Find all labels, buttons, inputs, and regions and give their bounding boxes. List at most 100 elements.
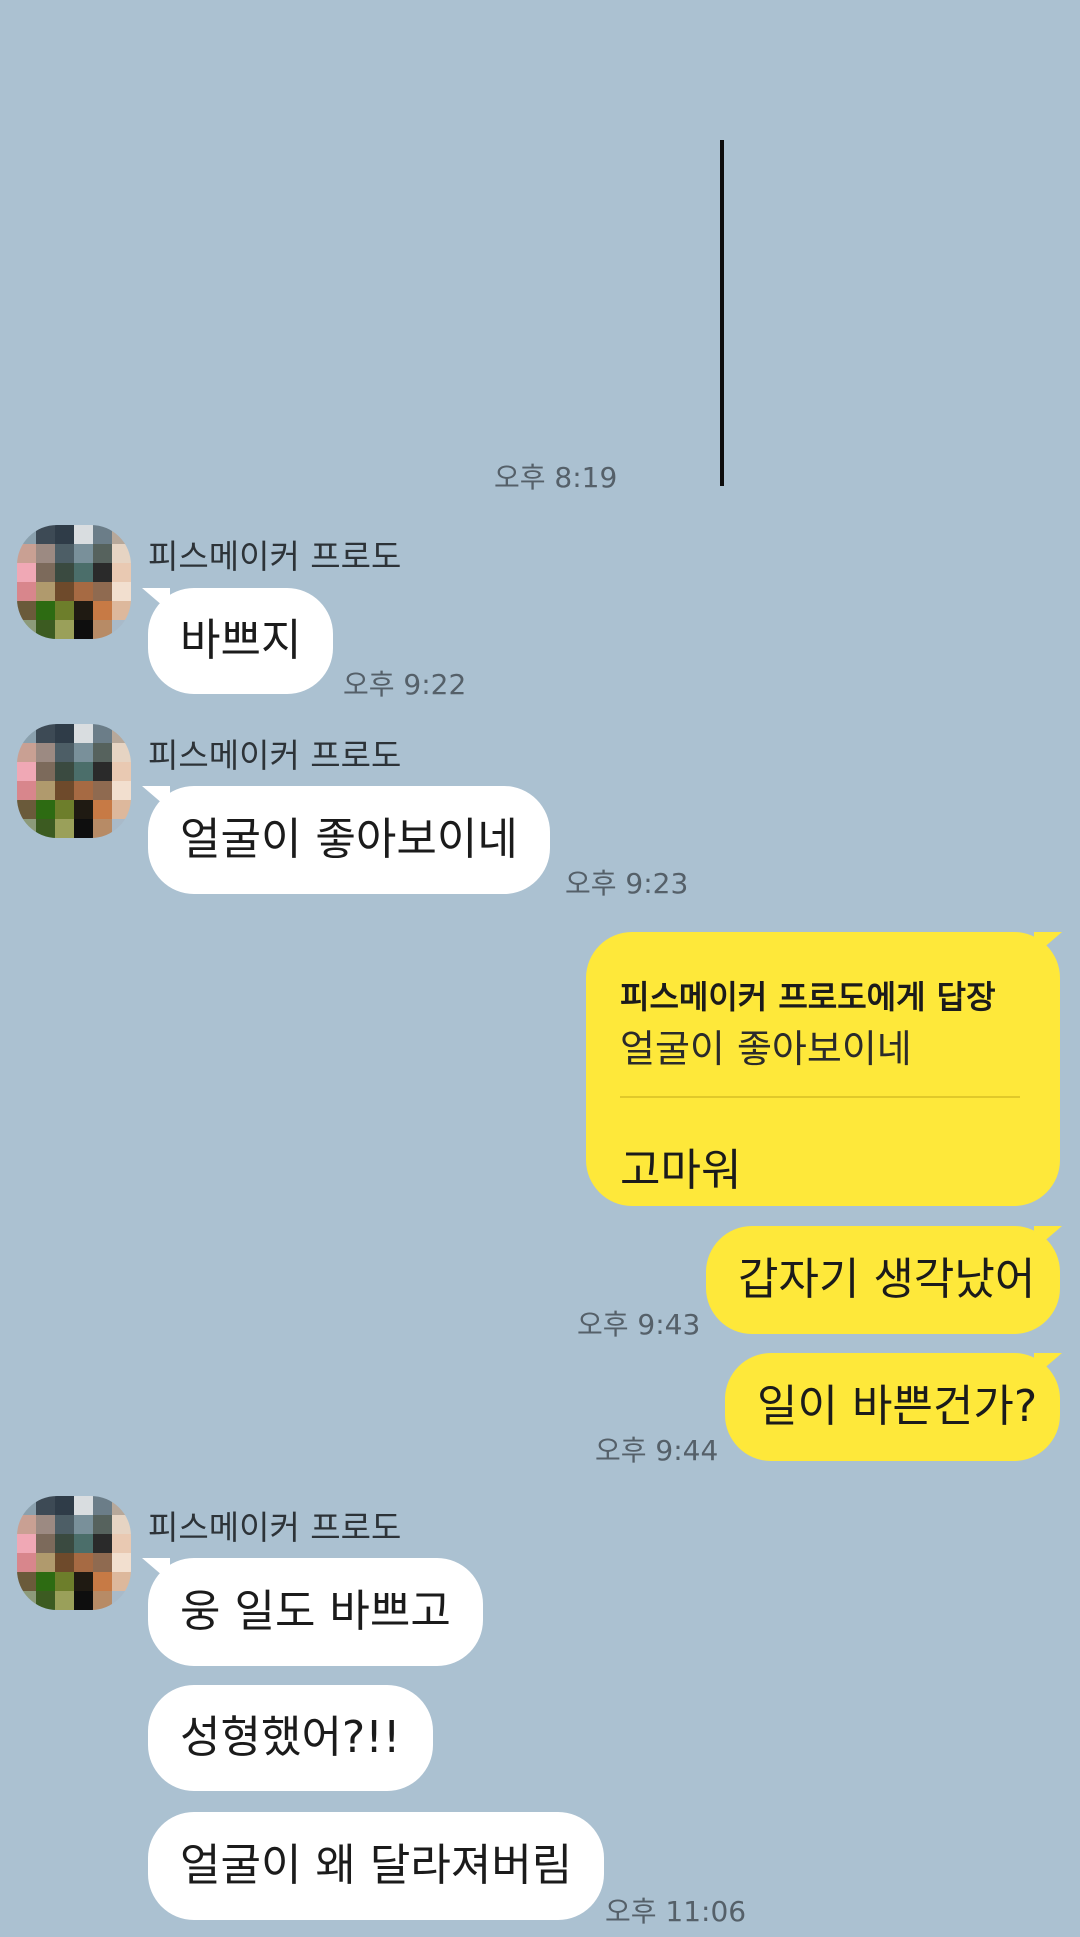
avatar-pixel	[36, 781, 55, 800]
avatar-pixel	[36, 1534, 55, 1553]
avatar-pixel	[17, 1496, 36, 1515]
avatar-pixel	[36, 563, 55, 582]
avatar[interactable]	[17, 724, 131, 838]
avatar-pixel	[36, 1496, 55, 1515]
avatar-pixel	[17, 1572, 36, 1591]
avatar-pixel	[93, 544, 112, 563]
reply-text: 고마워	[620, 1145, 742, 1196]
avatar-pixel	[93, 819, 112, 838]
avatar-pixel	[17, 582, 36, 601]
avatar-pixel	[17, 724, 36, 743]
avatar-pixel	[17, 800, 36, 819]
avatar-pixel	[55, 724, 74, 743]
message-time: 오후 11:06	[605, 1895, 747, 1928]
avatar-pixel	[17, 1534, 36, 1553]
avatar-pixel	[93, 1572, 112, 1591]
avatar-pixel	[36, 724, 55, 743]
message-bubble[interactable]: 바쁘지	[148, 588, 334, 694]
sender-name: 피스메이커 프로도	[148, 1508, 402, 1547]
avatar-pixel	[36, 1515, 55, 1534]
avatar-pixel	[112, 743, 131, 762]
avatar-pixel	[17, 544, 36, 563]
timestamp: 오후 8:19	[494, 461, 618, 494]
avatar-pixel	[36, 620, 55, 639]
reply-message-bubble[interactable]: 피스메이커 프로도에게 답장 얼굴이 좋아보이네 고마워	[586, 932, 1060, 1206]
avatar-pixel	[55, 601, 74, 620]
reply-divider	[620, 1096, 1020, 1098]
avatar-pixel	[74, 1496, 93, 1515]
avatar-pixel	[55, 762, 74, 781]
avatar-pixel	[36, 601, 55, 620]
avatar-pixel	[74, 1534, 93, 1553]
message-time: 오후 9:23	[565, 867, 689, 900]
avatar[interactable]	[17, 525, 131, 639]
avatar-pixel	[17, 1553, 36, 1572]
message-time: 오후 9:22	[343, 668, 467, 701]
avatar-pixel	[74, 819, 93, 838]
avatar-pixel	[74, 1515, 93, 1534]
avatar-pixel	[112, 620, 131, 639]
avatar-pixel	[93, 525, 112, 544]
avatar-pixel	[55, 544, 74, 563]
avatar-pixel	[74, 743, 93, 762]
avatar-pixel	[17, 743, 36, 762]
reply-header: 피스메이커 프로도에게 답장	[620, 978, 996, 1016]
avatar-pixel	[55, 1515, 74, 1534]
avatar-pixel	[36, 1591, 55, 1610]
avatar-pixel	[93, 601, 112, 620]
avatar-pixel	[17, 620, 36, 639]
avatar-pixel	[74, 1572, 93, 1591]
sender-name: 피스메이커 프로도	[148, 736, 402, 775]
avatar-pixel	[36, 743, 55, 762]
avatar-pixel	[55, 620, 74, 639]
avatar-pixel	[55, 563, 74, 582]
avatar-pixel	[74, 563, 93, 582]
message-bubble[interactable]: 웅 일도 바쁘고	[148, 1558, 483, 1666]
avatar-pixel	[112, 525, 131, 544]
avatar-pixel	[93, 620, 112, 639]
message-bubble[interactable]: 갑자기 생각났어	[706, 1226, 1060, 1334]
avatar-pixel	[55, 1534, 74, 1553]
avatar-pixel	[93, 1534, 112, 1553]
message-time: 오후 9:44	[595, 1434, 719, 1467]
avatar-pixel	[112, 544, 131, 563]
avatar-pixel	[36, 582, 55, 601]
avatar-pixel	[55, 525, 74, 544]
message-bubble[interactable]: 성형했어?!!	[148, 1685, 433, 1791]
avatar-pixel	[36, 800, 55, 819]
sender-name: 피스메이커 프로도	[148, 537, 402, 576]
avatar-pixel	[93, 1496, 112, 1515]
avatar-pixel	[74, 762, 93, 781]
avatar-pixel	[93, 743, 112, 762]
avatar-pixel	[17, 819, 36, 838]
avatar-pixel	[112, 1496, 131, 1515]
avatar-pixel	[112, 1534, 131, 1553]
avatar[interactable]	[17, 1496, 131, 1610]
avatar-pixel	[17, 781, 36, 800]
message-bubble[interactable]: 얼굴이 왜 달라져버림	[148, 1812, 605, 1920]
avatar-pixel	[36, 1572, 55, 1591]
avatar-pixel	[55, 800, 74, 819]
avatar-pixel	[93, 563, 112, 582]
avatar-pixel	[17, 762, 36, 781]
avatar-pixel	[55, 1496, 74, 1515]
avatar-pixel	[55, 1572, 74, 1591]
avatar-pixel	[112, 1515, 131, 1534]
avatar-pixel	[112, 800, 131, 819]
avatar-pixel	[93, 800, 112, 819]
message-bubble[interactable]: 일이 바쁜건가?	[725, 1353, 1060, 1461]
avatar-pixel	[74, 620, 93, 639]
avatar-pixel	[55, 1591, 74, 1610]
avatar-pixel	[93, 1591, 112, 1610]
avatar-pixel	[74, 1553, 93, 1572]
message-bubble[interactable]: 얼굴이 좋아보이네	[148, 786, 550, 894]
avatar-pixel	[74, 544, 93, 563]
avatar-pixel	[74, 800, 93, 819]
avatar-pixel	[17, 1591, 36, 1610]
avatar-pixel	[36, 1553, 55, 1572]
avatar-pixel	[112, 724, 131, 743]
avatar-pixel	[17, 563, 36, 582]
avatar-pixel	[55, 819, 74, 838]
avatar-pixel	[36, 762, 55, 781]
avatar-pixel	[55, 743, 74, 762]
